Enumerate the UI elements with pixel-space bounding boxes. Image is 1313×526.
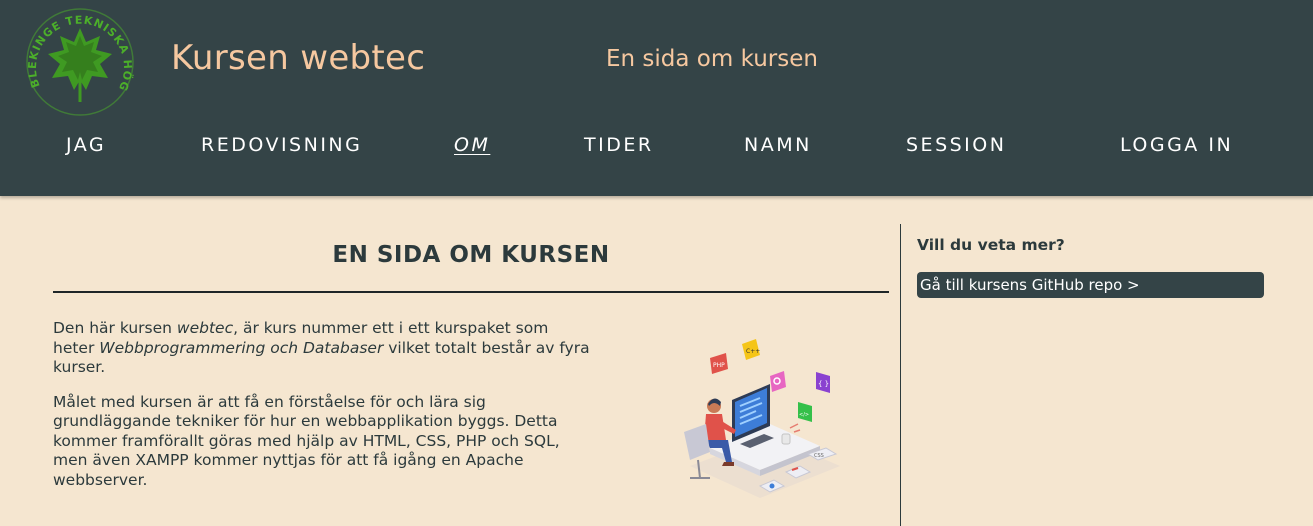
page-title: EN SIDA OM KURSEN <box>53 224 889 293</box>
svg-text:{ }: { } <box>818 380 829 388</box>
site-header: BLEKINGE TEKNISKA HÖGSKOLA · BTH Kursen … <box>0 0 1313 196</box>
main-content: EN SIDA OM KURSEN Den här kursen webtec,… <box>53 224 889 498</box>
nav-item-om[interactable]: OM <box>454 134 490 156</box>
svg-text:C++: C++ <box>746 348 760 355</box>
package-name: Webbprogrammering och Databaser <box>99 338 384 357</box>
column-divider <box>900 224 901 526</box>
cpp-icon: C++ <box>742 339 760 360</box>
sidebar-heading: Vill du veta mer? <box>917 236 1065 254</box>
html-tag-icon: </> <box>798 402 812 422</box>
nav-item-jag[interactable]: JAG <box>66 134 106 156</box>
github-repo-button[interactable]: Gå till kursens GitHub repo > <box>917 272 1264 298</box>
course-name: webtec <box>176 319 234 337</box>
intro-paragraph-1: Den här kursen webtec, är kurs nummer et… <box>53 319 590 376</box>
intro-text: Den här kursen webtec, är kurs nummer et… <box>53 319 593 505</box>
php-icon: PHP <box>710 353 728 374</box>
nav-item-namn[interactable]: NAMN <box>744 134 812 156</box>
nav-item-session[interactable]: SESSION <box>906 134 1006 156</box>
developer-illustration: C++ PHP { } </> CSS <box>684 339 840 498</box>
search-icon <box>770 371 786 392</box>
nav-item-logga-in[interactable]: LOGGA IN <box>1120 134 1233 156</box>
site-title[interactable]: Kursen webtec <box>171 38 425 78</box>
main-navigation: JAG REDOVISNING OM TIDER NAMN SESSION LO… <box>0 134 1313 164</box>
nav-item-redovisning[interactable]: REDOVISNING <box>201 134 362 156</box>
svg-text:PHP: PHP <box>713 362 725 369</box>
curly-braces-icon: { } <box>816 372 830 393</box>
svg-text:CSS: CSS <box>814 453 824 459</box>
svg-text:</>: </> <box>799 412 809 418</box>
intro-paragraph-2: Målet med kursen är att få en förståelse… <box>53 392 560 489</box>
bth-logo[interactable]: BLEKINGE TEKNISKA HÖGSKOLA · BTH <box>24 6 136 118</box>
sidebar: Vill du veta mer? Gå till kursens GitHub… <box>917 236 1264 298</box>
nav-item-tider[interactable]: TIDER <box>584 134 654 156</box>
site-slogan: En sida om kursen <box>606 46 818 72</box>
